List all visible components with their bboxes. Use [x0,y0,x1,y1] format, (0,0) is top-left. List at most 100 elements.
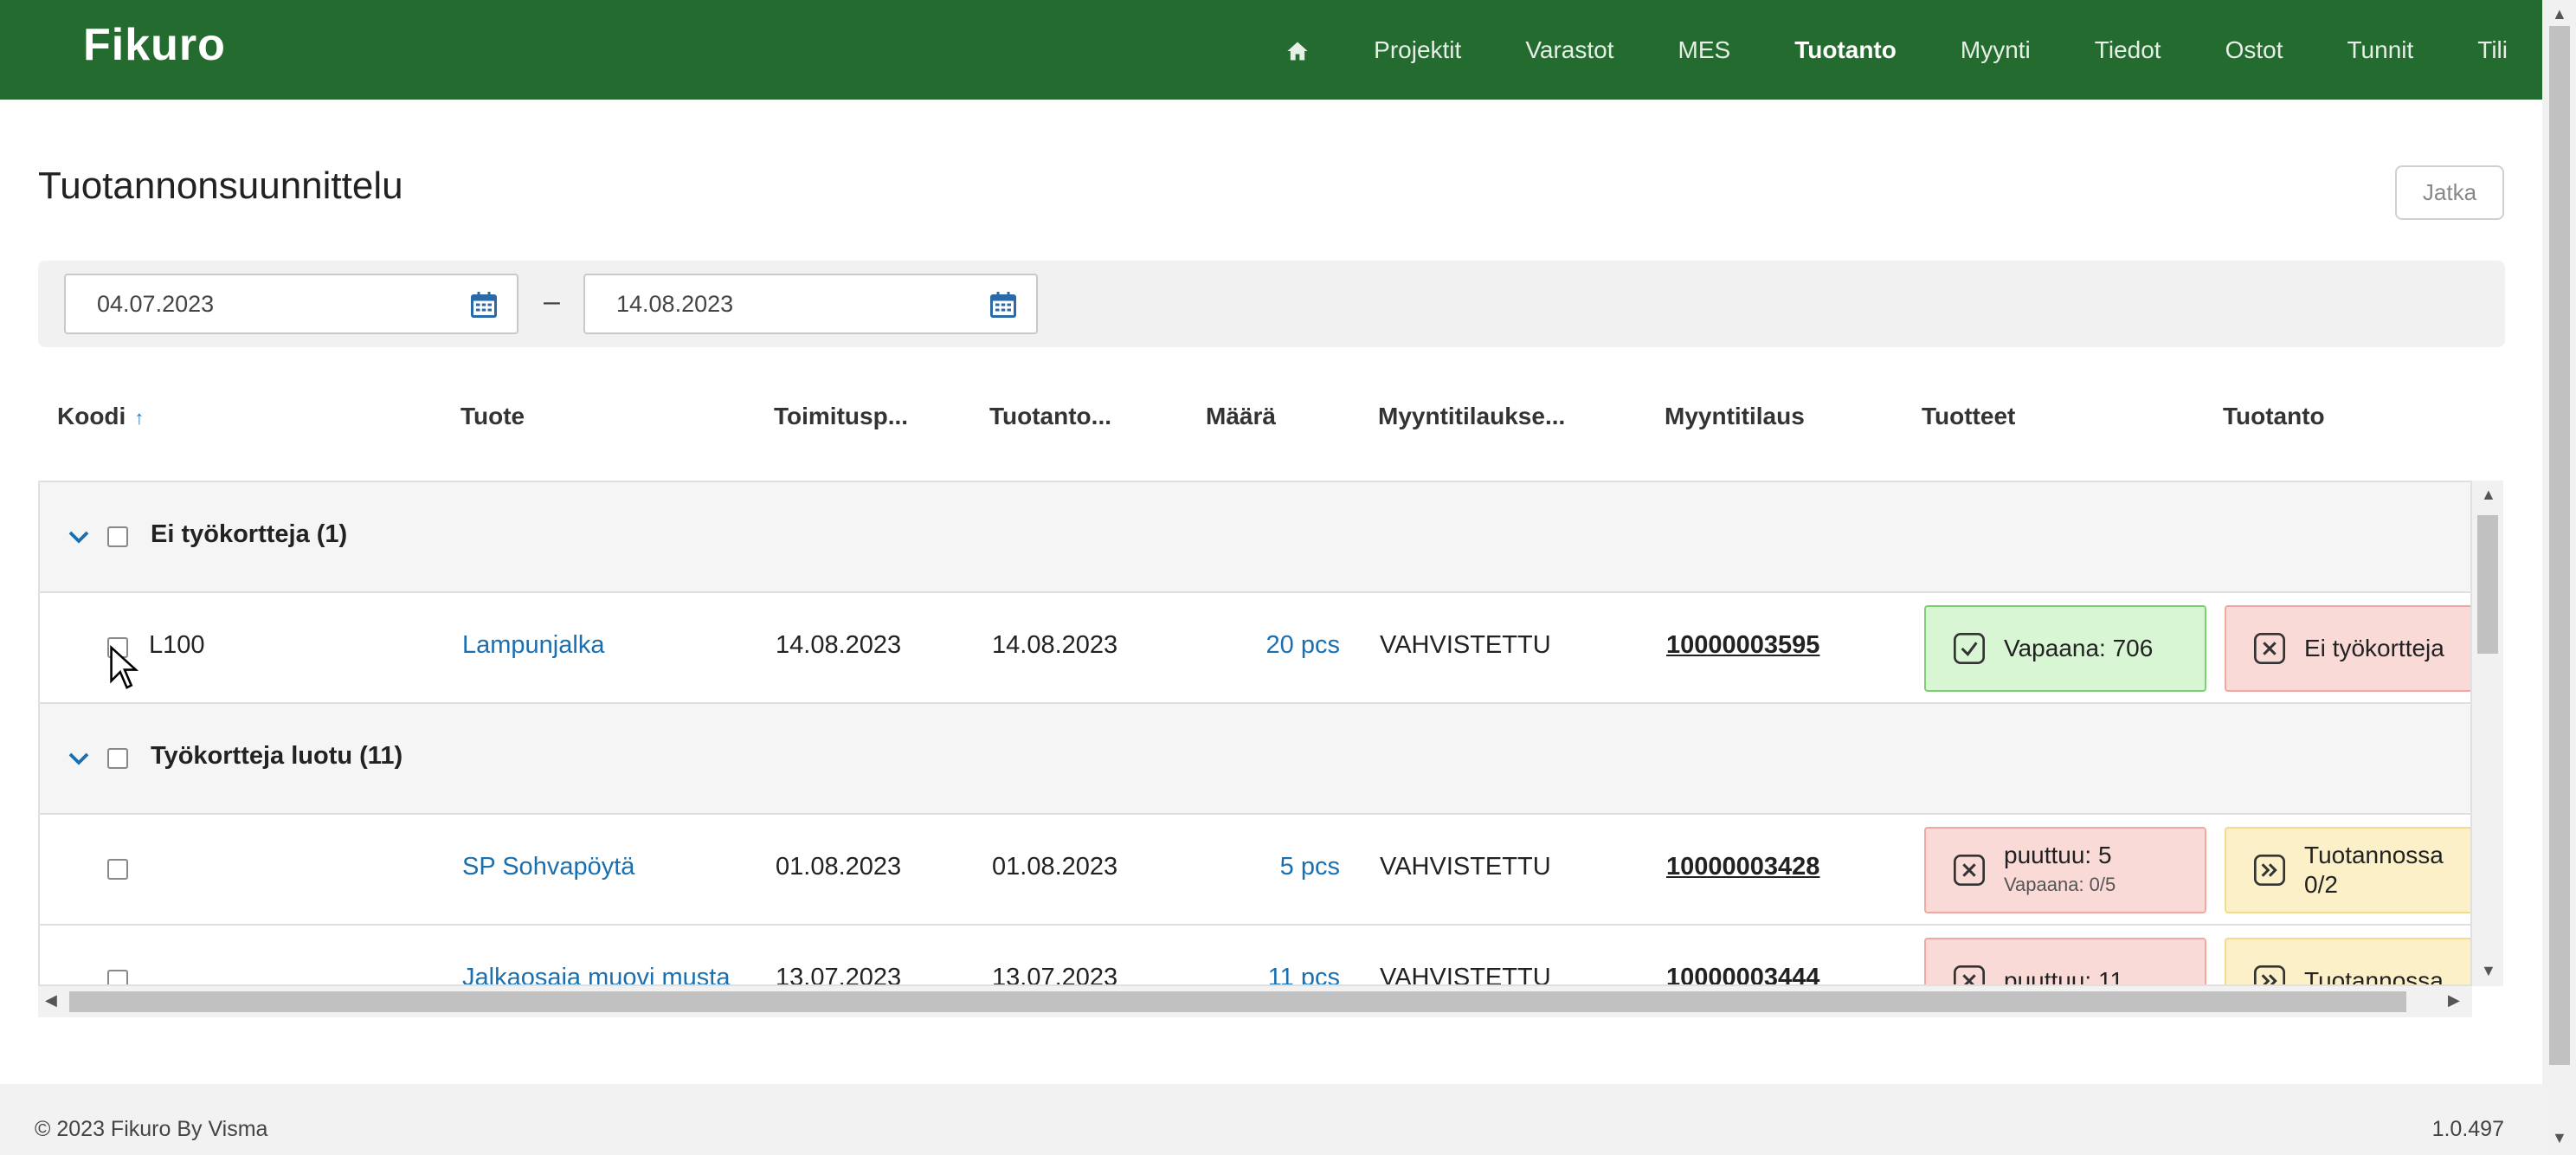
nav-item-mes[interactable]: MES [1678,36,1731,64]
cell-quantity[interactable]: 11 pcs [1148,964,1340,984]
main-nav: Projektit Varastot MES Tuotanto Myynti T… [1221,0,2508,100]
column-header-maara[interactable]: Määrä [1206,403,1276,430]
start-date-value: 04.07.2023 [97,290,215,317]
column-header-tuotanto[interactable]: Tuotanto [2223,403,2325,430]
production-status-badge[interactable]: Ei työkortteja [2225,605,2470,692]
column-header-koodi[interactable]: Koodi ↑ [57,403,144,430]
footer: © 2023 Fikuro By Visma 1.0.497 [0,1084,2542,1155]
check-icon [1954,633,1985,664]
scroll-right-icon[interactable]: ▶ [2448,991,2460,1010]
group-label: Ei työkortteja (1) [151,520,348,548]
products-status-text: puuttuu: 11 [2004,967,2124,986]
column-header-tuote[interactable]: Tuote [460,403,525,430]
table-header: Koodi ↑ Tuote Toimitusp... Tuotanto... Mä… [38,403,2505,446]
column-header-myyntitilaus[interactable]: Myyntitilaus [1665,403,1805,430]
scroll-down-icon[interactable]: ▼ [2552,1129,2567,1147]
table-row[interactable]: Jalkaosaja muovi musta 13.07.2023 13.07.… [40,926,2470,986]
end-date-input[interactable]: 14.08.2023 [583,274,1038,334]
nav-item-tili[interactable]: Tili [2477,36,2508,64]
vertical-scroll-thumb[interactable] [2477,515,2498,654]
table-vertical-scrollbar[interactable]: ▲ ▼ [2472,481,2503,986]
products-status-subtext: Vapaana: 0/5 [2004,874,2116,895]
nav-item-tunnit[interactable]: Tunnit [2347,36,2413,64]
cell-product-link[interactable]: Lampunjalka [462,631,604,660]
end-date-value: 14.08.2023 [616,290,734,317]
production-status-badge[interactable]: Tuotannossa 0/2 [2225,827,2470,913]
group-row-tyokortteja-luotu: Työkortteja luotu (11) [40,704,2470,815]
date-filter-bar: 04.07.2023 – 14.08.2023 [38,261,2505,347]
page-scrollbar[interactable]: ▲ ▼ [2542,0,2576,1155]
nav-item-ostot[interactable]: Ostot [2225,36,2283,64]
cell-production-date: 13.07.2023 [992,964,1118,986]
production-status-progress: 0/2 [2304,871,2338,898]
table-row[interactable]: L100 Lampunjalka 14.08.2023 14.08.2023 2… [40,593,2470,704]
cell-delivery-date: 13.07.2023 [776,964,902,986]
column-header-toimituspaiva[interactable]: Toimitusp... [774,403,908,430]
home-icon [1287,42,1308,61]
cell-code: L100 [149,631,205,659]
chevron-down-icon[interactable] [66,745,92,771]
column-header-tuotantopaiva[interactable]: Tuotanto... [989,403,1111,430]
double-chevron-right-icon [2254,965,2285,984]
app-logo[interactable]: Fikuro [83,19,226,71]
cell-product-link[interactable]: SP Sohvapöytä [462,853,634,881]
products-status-badge[interactable]: puuttuu: 5 Vapaana: 0/5 [1924,827,2206,913]
page-scroll-thumb[interactable] [2549,26,2570,1065]
cell-delivery-date: 14.08.2023 [776,631,902,659]
nav-item-myynti[interactable]: Myynti [1961,36,2031,64]
cell-sales-order-link[interactable]: 10000003444 [1666,964,1819,984]
group-checkbox[interactable] [107,748,128,769]
cell-order-status: VAHVISTETTU [1380,964,1551,986]
date-range-separator: – [544,285,560,318]
mouse-cursor-icon [110,645,139,689]
cell-sales-order-link[interactable]: 10000003595 [1666,631,1819,660]
column-header-myyntitilauksen-tila[interactable]: Myyntitilaukse... [1378,403,1565,430]
group-checkbox[interactable] [107,526,128,547]
production-status-badge[interactable]: Tuotannossa [2225,938,2470,984]
close-icon [1954,855,1985,886]
cell-quantity[interactable]: 20 pcs [1148,631,1340,660]
footer-copyright: © 2023 Fikuro By Visma [35,1117,268,1141]
cell-delivery-date: 01.08.2023 [776,853,902,881]
cell-quantity[interactable]: 5 pcs [1148,853,1340,881]
calendar-icon[interactable] [468,289,499,320]
production-status-text: Ei työkortteja [2304,635,2444,661]
calendar-icon[interactable] [988,289,1019,320]
group-row-ei-tyokortteja: Ei työkortteja (1) [40,482,2470,593]
start-date-input[interactable]: 04.07.2023 [64,274,518,334]
products-status-text: puuttuu: 5 Vapaana: 0/5 [2004,841,2116,900]
cell-product-link[interactable]: Jalkaosaja muovi musta [462,964,730,984]
top-navigation-bar: Fikuro Projektit Varastot MES Tuotanto M… [0,0,2542,100]
cell-production-date: 14.08.2023 [992,631,1118,659]
horizontal-scroll-thumb[interactable] [69,991,2406,1012]
nav-item-varastot[interactable]: Varastot [1525,36,1613,64]
cell-order-status: VAHVISTETTU [1380,853,1551,881]
nav-item-tuotanto[interactable]: Tuotanto [1794,36,1897,64]
row-checkbox[interactable] [107,970,128,984]
scroll-up-icon[interactable]: ▲ [2481,486,2496,504]
close-icon [2254,633,2285,664]
close-icon [1954,965,1985,984]
table-horizontal-scrollbar[interactable]: ◀ ▶ [38,986,2472,1017]
scroll-down-icon[interactable]: ▼ [2481,962,2496,980]
products-status-badge[interactable]: puuttuu: 11 [1924,938,2206,986]
scroll-left-icon[interactable]: ◀ [45,991,57,1010]
continue-button[interactable]: Jatka [2395,165,2504,220]
nav-item-tiedot[interactable]: Tiedot [2095,36,2161,64]
nav-item-projektit[interactable]: Projektit [1374,36,1461,64]
group-label: Työkortteja luotu (11) [151,742,403,770]
sort-ascending-icon: ↑ [134,407,145,429]
chevron-down-icon[interactable] [66,524,92,550]
nav-home[interactable] [1285,36,1310,64]
column-header-tuotteet[interactable]: Tuotteet [1922,403,2015,430]
cell-production-date: 01.08.2023 [992,853,1118,881]
table-body: Ei työkortteja (1) L100 Lampunjalka 14.0… [38,481,2472,986]
cell-sales-order-link[interactable]: 10000003428 [1666,853,1819,881]
table-row[interactable]: SP Sohvapöytä 01.08.2023 01.08.2023 5 pc… [40,815,2470,926]
products-status-badge[interactable]: Vapaana: 706 [1924,605,2206,692]
page-title: Tuotannonsuunnittelu [38,165,403,207]
scroll-up-icon[interactable]: ▲ [2552,5,2567,23]
production-status-text: Tuotannossa 0/2 [2304,842,2444,898]
row-checkbox[interactable] [107,859,128,880]
products-status-text: Vapaana: 706 [2004,635,2154,661]
